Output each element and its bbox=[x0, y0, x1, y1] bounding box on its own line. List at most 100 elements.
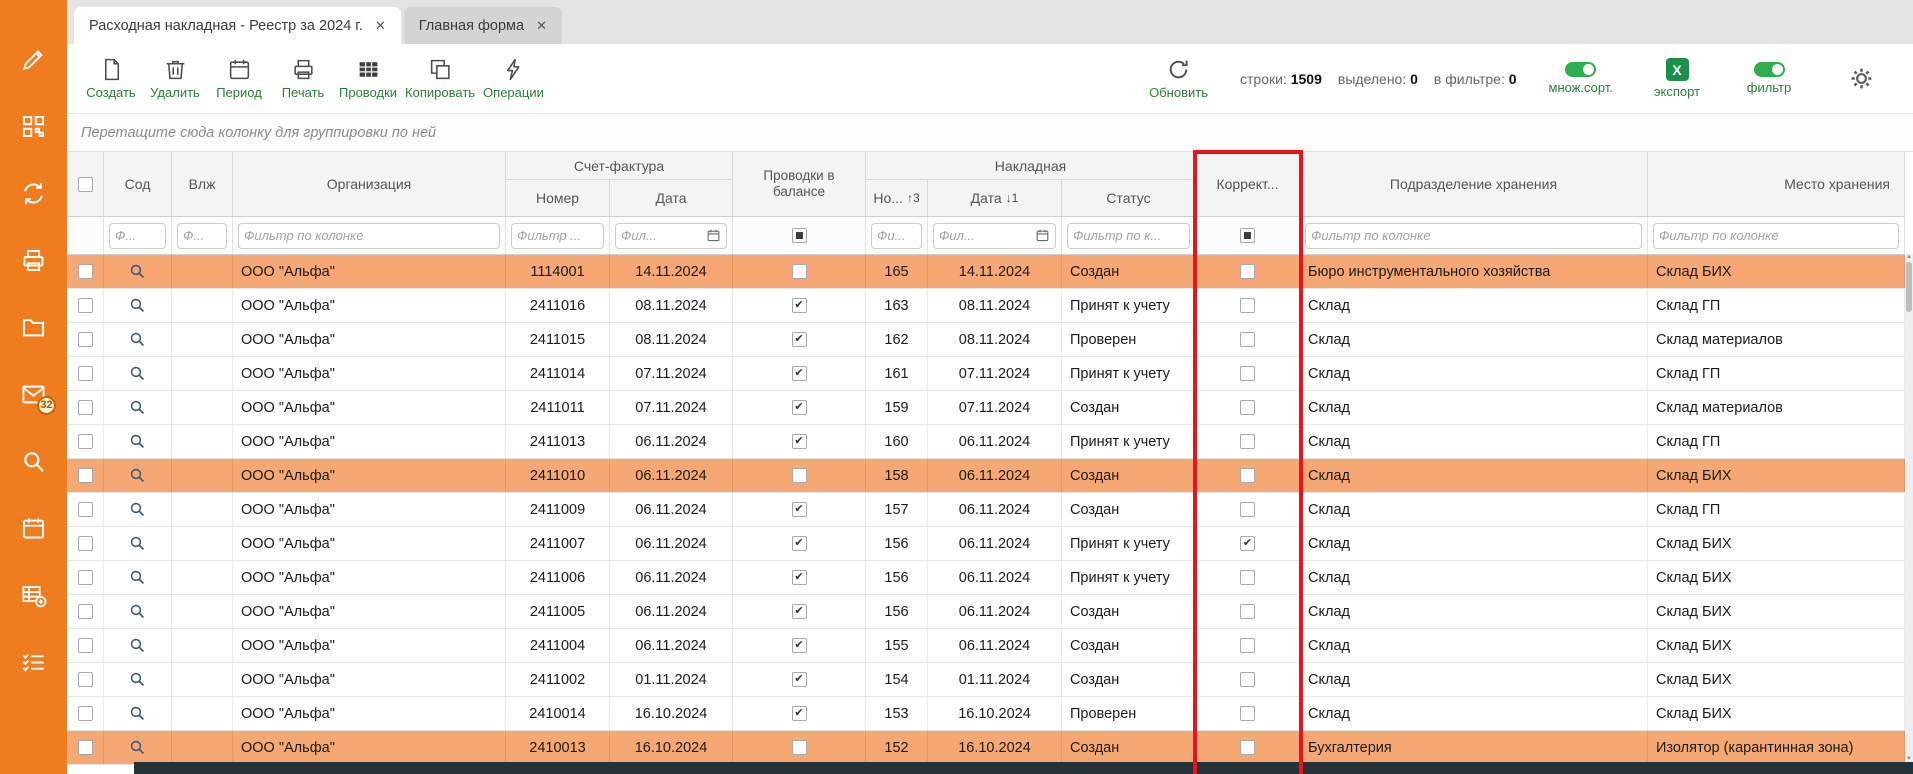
correction-checkbox[interactable] bbox=[1240, 434, 1255, 449]
row-checkbox[interactable] bbox=[78, 604, 93, 619]
tab-main-form[interactable]: Главная форма ✕ bbox=[404, 7, 562, 44]
correction-checkbox[interactable] bbox=[1240, 570, 1255, 585]
row-checkbox[interactable] bbox=[78, 400, 93, 415]
export-button[interactable]: X экспорт bbox=[1645, 54, 1709, 103]
row-checkbox[interactable] bbox=[78, 264, 93, 279]
col-header-department[interactable]: Подразделение хранения bbox=[1300, 152, 1648, 216]
row-checkbox[interactable] bbox=[78, 638, 93, 653]
table-row[interactable]: ООО "Альфа"241100606.11.202415606.11.202… bbox=[67, 561, 1905, 595]
close-tab-icon[interactable]: ✕ bbox=[375, 19, 386, 32]
copy-button[interactable]: Копировать bbox=[401, 53, 479, 104]
row-checkbox[interactable] bbox=[78, 536, 93, 551]
qr-code-icon[interactable] bbox=[20, 113, 47, 140]
calendar-icon[interactable] bbox=[706, 228, 721, 243]
col-header-balance[interactable]: Проводки в балансе bbox=[733, 152, 866, 216]
period-button[interactable]: Период bbox=[207, 53, 271, 104]
refresh-button[interactable]: Обновить bbox=[1145, 53, 1212, 104]
filter-input-invoice-date[interactable] bbox=[621, 228, 703, 243]
multi-sort-toggle[interactable]: множ.сорт. bbox=[1545, 58, 1617, 99]
sync-icon[interactable] bbox=[20, 180, 47, 207]
balance-checkbox[interactable] bbox=[792, 366, 807, 381]
group-by-hint[interactable]: Перетащите сюда колонку для группировки … bbox=[67, 114, 1913, 152]
row-checkbox[interactable] bbox=[78, 570, 93, 585]
magnifier-icon[interactable] bbox=[129, 603, 146, 620]
filter-input-location[interactable] bbox=[1659, 228, 1893, 243]
col-header-number[interactable]: Но...↑3 bbox=[866, 180, 928, 216]
correction-checkbox[interactable] bbox=[1240, 468, 1255, 483]
correction-checkbox[interactable] bbox=[1240, 740, 1255, 755]
balance-checkbox[interactable] bbox=[792, 740, 807, 755]
balance-checkbox[interactable] bbox=[792, 400, 807, 415]
correction-checkbox[interactable] bbox=[1240, 672, 1255, 687]
col-header-location[interactable]: Место хранения bbox=[1648, 152, 1905, 216]
balance-checkbox[interactable] bbox=[792, 298, 807, 313]
balance-checkbox[interactable] bbox=[792, 434, 807, 449]
col-header-correction[interactable]: Коррект... bbox=[1196, 152, 1300, 216]
magnifier-icon[interactable] bbox=[129, 739, 146, 756]
magnifier-icon[interactable] bbox=[129, 705, 146, 722]
edit-icon[interactable] bbox=[20, 46, 47, 73]
mail-icon[interactable]: 32 bbox=[20, 381, 47, 408]
correction-checkbox[interactable] bbox=[1240, 400, 1255, 415]
balance-checkbox[interactable] bbox=[792, 706, 807, 721]
balance-checkbox[interactable] bbox=[792, 264, 807, 279]
balance-checkbox[interactable] bbox=[792, 332, 807, 347]
toggle-on-icon[interactable] bbox=[1565, 62, 1596, 77]
scroll-up-icon[interactable]: ▲ bbox=[1905, 254, 1913, 260]
balance-checkbox[interactable] bbox=[792, 570, 807, 585]
vertical-scrollbar[interactable]: ▲ ▼ bbox=[1905, 254, 1913, 762]
correction-checkbox[interactable] bbox=[1240, 706, 1255, 721]
col-header-date[interactable]: Дата↓1 bbox=[928, 180, 1062, 216]
folder-icon[interactable] bbox=[20, 314, 47, 341]
postings-button[interactable]: Проводки bbox=[335, 53, 401, 104]
print-icon[interactable] bbox=[20, 247, 47, 274]
table-row[interactable]: ООО "Альфа"241001316.10.202415216.10.202… bbox=[67, 731, 1905, 765]
magnifier-icon[interactable] bbox=[129, 535, 146, 552]
magnifier-icon[interactable] bbox=[129, 297, 146, 314]
filter-input-vlj[interactable] bbox=[183, 228, 221, 243]
correction-checkbox[interactable] bbox=[1240, 604, 1255, 619]
col-header-invoice-date[interactable]: Дата bbox=[610, 180, 733, 216]
search-icon[interactable] bbox=[20, 448, 47, 475]
magnifier-icon[interactable] bbox=[129, 399, 146, 416]
balance-checkbox[interactable] bbox=[792, 604, 807, 619]
table-row[interactable]: ООО "Альфа"241100906.11.202415706.11.202… bbox=[67, 493, 1905, 527]
magnifier-icon[interactable] bbox=[129, 365, 146, 382]
group-header-waybill[interactable]: Накладная bbox=[866, 152, 1196, 180]
correction-checkbox[interactable] bbox=[1240, 638, 1255, 653]
balance-checkbox[interactable] bbox=[792, 672, 807, 687]
filter-input-status[interactable] bbox=[1073, 228, 1184, 243]
magnifier-icon[interactable] bbox=[129, 467, 146, 484]
row-checkbox[interactable] bbox=[78, 434, 93, 449]
calendar-icon[interactable] bbox=[1035, 228, 1050, 243]
col-header-invoice-number[interactable]: Номер bbox=[506, 180, 610, 216]
group-header-invoice[interactable]: Счет-фактура bbox=[506, 152, 733, 180]
filter-input-number[interactable] bbox=[877, 228, 916, 243]
tab-registry[interactable]: Расходная накладная - Реестр за 2024 г. … bbox=[74, 7, 401, 44]
balance-checkbox[interactable] bbox=[792, 468, 807, 483]
balance-checkbox[interactable] bbox=[792, 502, 807, 517]
close-tab-icon[interactable]: ✕ bbox=[536, 19, 547, 32]
operations-button[interactable]: Операции bbox=[479, 53, 548, 104]
table-add-icon[interactable] bbox=[20, 582, 47, 609]
table-row[interactable]: ООО "Альфа"241100506.11.202415606.11.202… bbox=[67, 595, 1905, 629]
delete-button[interactable]: Удалить bbox=[143, 53, 207, 104]
magnifier-icon[interactable] bbox=[129, 637, 146, 654]
excel-export-icon[interactable]: X bbox=[1666, 58, 1689, 81]
table-row[interactable]: ООО "Альфа"241101508.11.202416208.11.202… bbox=[67, 323, 1905, 357]
row-checkbox[interactable] bbox=[78, 366, 93, 381]
row-checkbox[interactable] bbox=[78, 298, 93, 313]
toggle-on-icon[interactable] bbox=[1754, 62, 1785, 77]
balance-checkbox[interactable] bbox=[792, 536, 807, 551]
magnifier-icon[interactable] bbox=[129, 501, 146, 518]
col-header-organization[interactable]: Организация bbox=[233, 152, 506, 216]
table-row[interactable]: ООО "Альфа"241101107.11.202415907.11.202… bbox=[67, 391, 1905, 425]
table-row[interactable]: ООО "Альфа"241100706.11.202415606.11.202… bbox=[67, 527, 1905, 561]
row-checkbox[interactable] bbox=[78, 706, 93, 721]
calendar-icon[interactable] bbox=[20, 515, 47, 542]
magnifier-icon[interactable] bbox=[129, 433, 146, 450]
correction-checkbox[interactable] bbox=[1240, 502, 1255, 517]
row-checkbox[interactable] bbox=[78, 468, 93, 483]
balance-checkbox[interactable] bbox=[792, 638, 807, 653]
magnifier-icon[interactable] bbox=[129, 331, 146, 348]
